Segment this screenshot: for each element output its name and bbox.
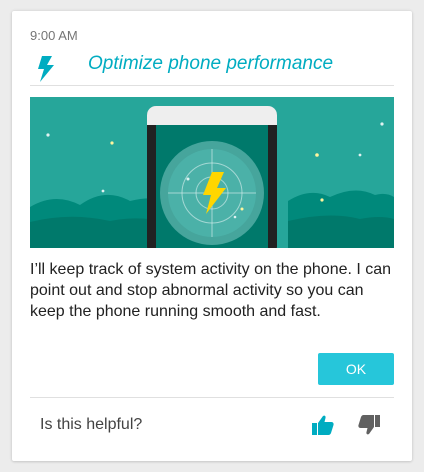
thumbs-up-icon xyxy=(312,415,334,435)
divider xyxy=(30,85,394,86)
lightning-bolt-icon xyxy=(38,56,54,82)
timestamp: 9:00 AM xyxy=(30,28,78,43)
feedback-prompt: Is this helpful? xyxy=(40,416,143,433)
divider xyxy=(30,397,394,398)
card-title: Optimize phone performance xyxy=(88,53,334,74)
card-header: Optimize phone performance xyxy=(30,51,394,85)
assistant-card: 9:00 AM Optimize phone performance I’ll … xyxy=(12,11,412,461)
thumbs-down-icon xyxy=(358,415,380,435)
thumbs-down-button[interactable] xyxy=(354,410,384,440)
illustration-banner xyxy=(30,97,394,248)
ok-button[interactable]: OK xyxy=(318,353,394,385)
card-description: I’ll keep track of system activity on th… xyxy=(30,261,392,320)
thumbs-up-button[interactable] xyxy=(308,410,338,440)
